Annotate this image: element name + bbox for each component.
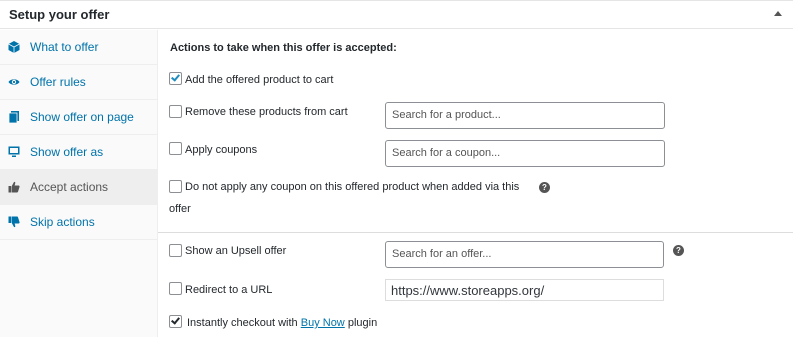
tab-label: Show offer on page <box>30 110 134 124</box>
accept-actions-panel: Actions to take when this offer is accep… <box>158 30 793 337</box>
section-divider <box>158 232 793 233</box>
cube-icon <box>8 41 20 53</box>
product-search-input[interactable]: Search for a product... <box>385 102 665 129</box>
thumbs-down-icon <box>8 216 20 228</box>
add-product-label: Add the offered product to cart <box>185 74 334 86</box>
setup-offer-metabox: Setup your offer What to offer Offer rul… <box>0 0 793 337</box>
tab-show-offer-on-page[interactable]: Show offer on page <box>0 100 157 135</box>
no-coupon-checkbox[interactable] <box>169 180 182 193</box>
tab-label: Offer rules <box>30 75 86 89</box>
instant-checkout-label: Instantly checkout with Buy Now plugin <box>187 317 377 329</box>
buy-now-link[interactable]: Buy Now <box>301 317 345 329</box>
tab-what-to-offer[interactable]: What to offer <box>0 30 157 65</box>
checkmark-icon <box>171 72 180 82</box>
instant-checkout-text: Instantly checkout with <box>187 317 298 329</box>
no-coupon-label-continued: offer <box>169 203 191 215</box>
remove-products-label: Remove these products from cart <box>185 106 348 118</box>
instant-checkout-checkbox[interactable] <box>169 315 182 328</box>
redirect-checkbox[interactable] <box>169 282 182 295</box>
apply-coupons-label: Apply coupons <box>185 144 258 156</box>
apply-coupons-checkbox[interactable] <box>169 142 182 155</box>
tab-label: Show offer as <box>30 145 104 159</box>
tab-label: Accept actions <box>30 180 109 194</box>
metabox-title: Setup your offer <box>9 7 110 22</box>
tab-offer-rules[interactable]: Offer rules <box>0 65 157 100</box>
instant-checkout-suffix: plugin <box>347 317 378 329</box>
page-icon <box>8 111 19 123</box>
help-icon[interactable]: ? <box>673 245 684 256</box>
tab-label: What to offer <box>30 40 99 54</box>
offer-search-input[interactable]: Search for an offer... <box>385 241 664 268</box>
section-heading: Actions to take when this offer is accep… <box>170 42 397 54</box>
offer-settings-sidebar: What to offer Offer rules Show offer on … <box>0 30 158 337</box>
remove-products-checkbox[interactable] <box>169 105 182 118</box>
checkmark-icon <box>171 315 180 325</box>
add-product-checkbox[interactable] <box>169 72 182 85</box>
coupon-search-input[interactable]: Search for a coupon... <box>385 140 665 167</box>
tab-skip-actions[interactable]: Skip actions <box>0 205 157 240</box>
tab-label: Skip actions <box>30 215 95 229</box>
upsell-checkbox[interactable] <box>169 244 182 257</box>
eye-icon <box>8 79 20 85</box>
no-coupon-label: Do not apply any coupon on this offered … <box>185 181 520 193</box>
metabox-header[interactable]: Setup your offer <box>0 1 793 29</box>
upsell-label: Show an Upsell offer <box>185 245 287 257</box>
redirect-label: Redirect to a URL <box>185 284 273 296</box>
help-icon[interactable]: ? <box>539 182 550 193</box>
tab-accept-actions[interactable]: Accept actions <box>0 170 157 205</box>
redirect-url-input[interactable]: https://www.storeapps.org/ <box>385 279 664 301</box>
tab-show-offer-as[interactable]: Show offer as <box>0 135 157 170</box>
thumbs-up-icon <box>8 181 20 193</box>
desktop-icon <box>8 146 20 157</box>
collapse-arrow-icon[interactable] <box>774 11 782 16</box>
